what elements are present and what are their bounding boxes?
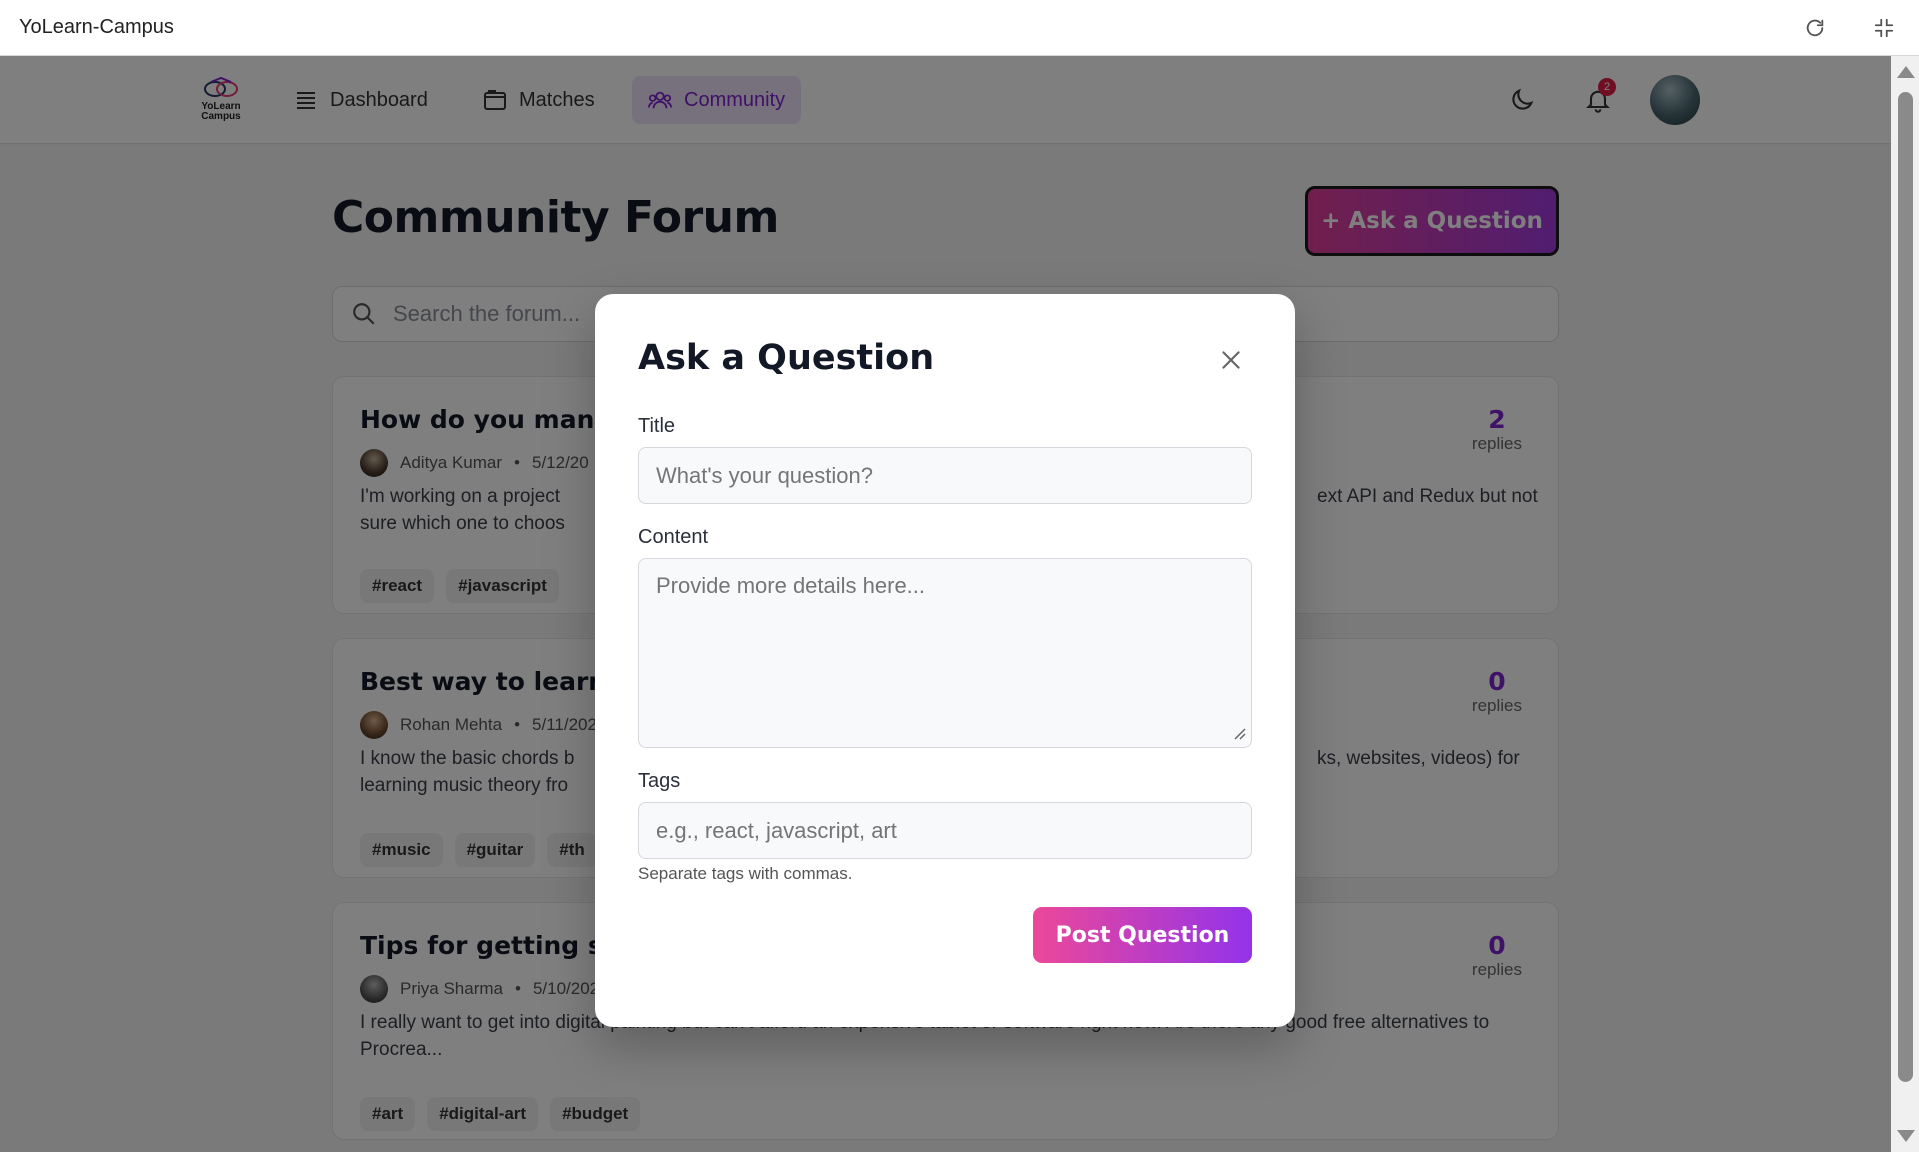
window-title: YoLearn-Campus xyxy=(19,16,174,38)
tags-help-text: Separate tags with commas. xyxy=(638,864,853,883)
collapse-icon[interactable] xyxy=(1868,12,1900,44)
scroll-down-icon[interactable] xyxy=(1897,1130,1915,1142)
scrollbar-thumb[interactable] xyxy=(1898,92,1913,1082)
content-label: Content xyxy=(638,526,709,548)
content-textarea[interactable] xyxy=(638,558,1252,748)
title-label: Title xyxy=(638,415,676,437)
post-question-button[interactable]: Post Question xyxy=(1033,907,1252,963)
scrollbar[interactable] xyxy=(1891,56,1919,1152)
title-input[interactable] xyxy=(638,447,1252,504)
scroll-up-icon[interactable] xyxy=(1897,66,1915,78)
app-viewport: YoLearn Campus Dashboard Matches Communi… xyxy=(0,56,1891,1152)
close-button[interactable] xyxy=(1215,344,1247,376)
resize-handle-icon[interactable] xyxy=(1232,726,1246,740)
ask-question-modal: Ask a Question Title Content Tags Separa… xyxy=(595,294,1295,1027)
modal-title: Ask a Question xyxy=(638,338,935,378)
tags-input[interactable] xyxy=(638,802,1252,859)
close-icon xyxy=(1222,351,1240,369)
reload-icon[interactable] xyxy=(1799,12,1831,44)
window-titlebar: YoLearn-Campus xyxy=(0,0,1919,56)
tags-label: Tags xyxy=(638,770,681,792)
